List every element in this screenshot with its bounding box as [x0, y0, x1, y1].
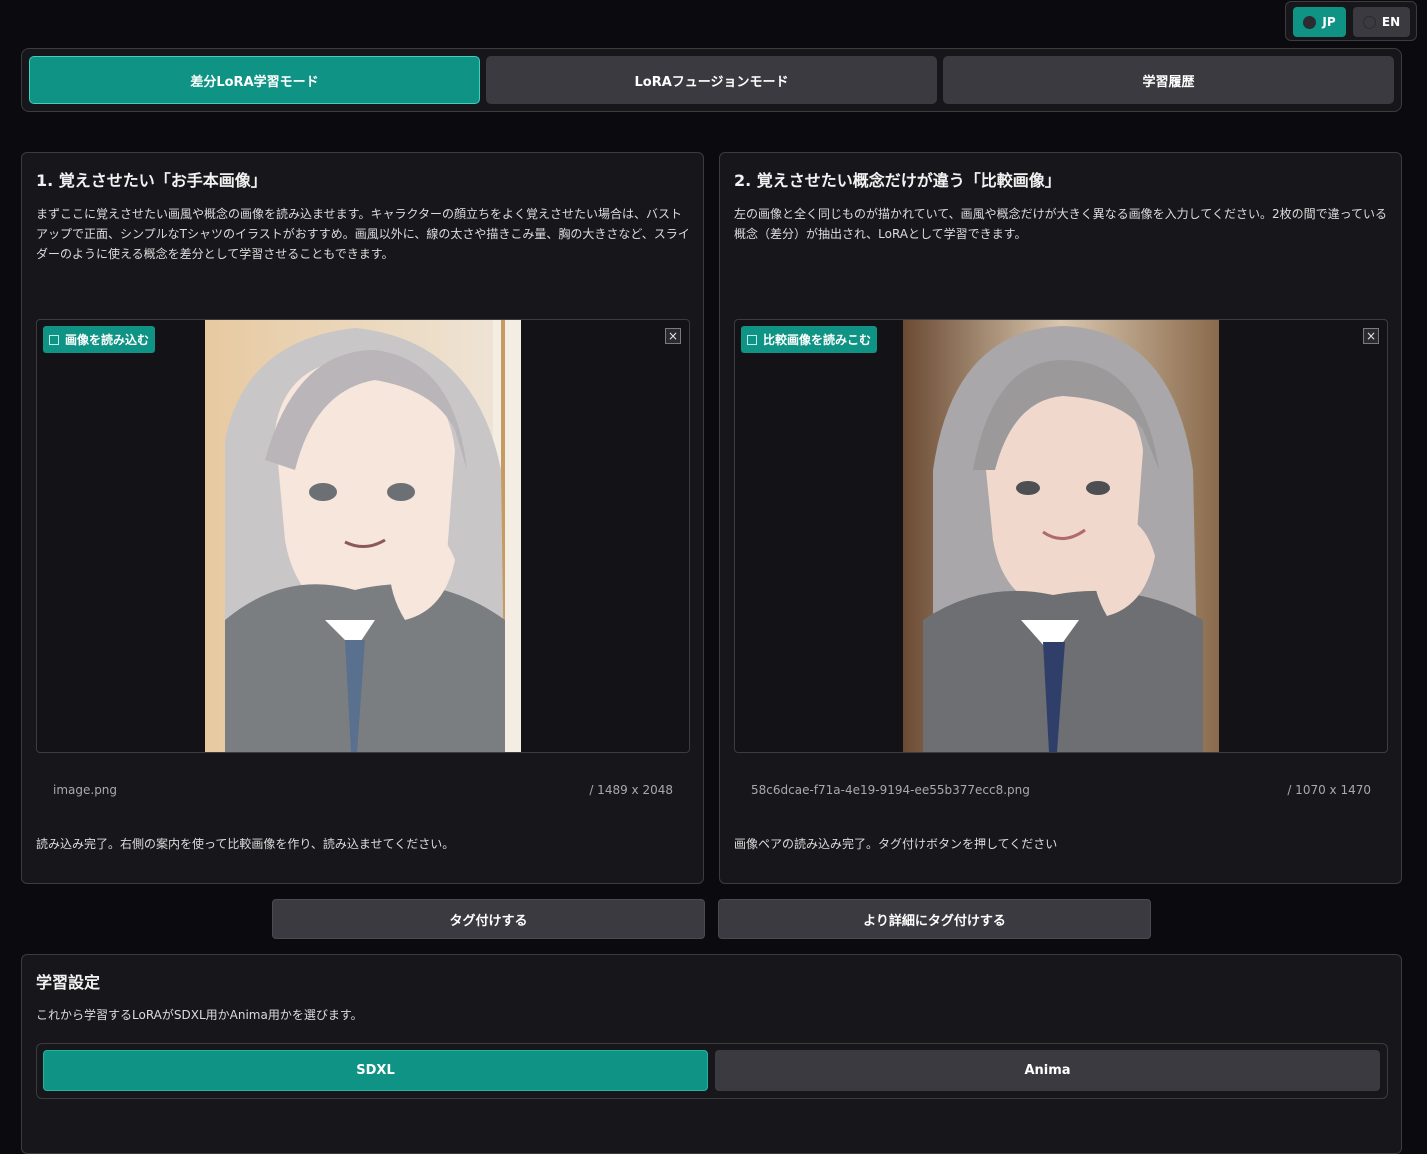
language-toggle: JP EN — [1285, 1, 1417, 41]
panel-description: まずここに覚えさせたい画風や概念の画像を読み込ませます。キャラクターの顔立ちをよ… — [36, 207, 690, 261]
settings-description: これから学習するLoRAがSDXL用かAnima用かを選びます。 — [36, 1008, 363, 1022]
tag-button[interactable]: タグ付けする — [272, 899, 705, 939]
image-dimensions: / 1070 x 1470 — [1287, 783, 1371, 797]
image-icon — [747, 334, 757, 345]
close-icon[interactable]: × — [1363, 328, 1379, 344]
model-anima-button[interactable]: Anima — [715, 1050, 1380, 1091]
comparison-image-panel: 2. 覚えさせたい概念だけが違う「比較画像」 左の画像と全く同じものが描かれてい… — [719, 152, 1402, 884]
settings-title: 学習設定 — [36, 973, 101, 992]
image-dropzone[interactable]: 画像を読み込む × — [36, 319, 690, 753]
detailed-tag-button[interactable]: より詳細にタグ付けする — [718, 899, 1151, 939]
panel-title: 2. 覚えさせたい概念だけが違う「比較画像」 — [734, 171, 1061, 190]
tab-lora-fusion-mode[interactable]: LoRAフュージョンモード — [486, 56, 937, 104]
radio-unselected-icon — [1362, 15, 1376, 29]
status-text: 読み込み完了。右側の案内を使って比較画像を作り、読み込ませてください。 — [36, 837, 455, 851]
image-icon — [49, 334, 59, 345]
upload-comparison-button[interactable]: 比較画像を読みこむ — [741, 326, 878, 353]
close-icon[interactable]: × — [665, 328, 681, 344]
mode-tabs: 差分LoRA学習モード LoRAフュージョンモード 学習履歴 — [21, 48, 1402, 112]
lang-en-button[interactable]: EN — [1353, 7, 1410, 37]
upload-image-button[interactable]: 画像を読み込む — [43, 326, 156, 353]
radio-selected-icon — [1303, 15, 1317, 29]
model-selector: SDXL Anima — [36, 1043, 1388, 1099]
filename: image.png — [53, 783, 118, 797]
panel-description: 左の画像と全く同じものが描かれていて、画風や概念だけが大きく異なる画像を入力して… — [734, 207, 1387, 241]
upload-image-label: 画像を読み込む — [65, 333, 150, 347]
lang-en-label: EN — [1381, 15, 1401, 29]
training-settings-panel: 学習設定 これから学習するLoRAがSDXL用かAnima用かを選びます。 SD… — [21, 954, 1402, 1154]
comparison-image — [903, 320, 1219, 752]
reference-image — [205, 320, 521, 752]
model-sdxl-button[interactable]: SDXL — [43, 1050, 708, 1091]
reference-image-panel: 1. 覚えさせたい「お手本画像」 まずここに覚えさせたい画風や概念の画像を読み込… — [21, 152, 704, 884]
status-text: 画像ペアの読み込み完了。タグ付けボタンを押してください — [734, 837, 1058, 851]
filename: 58c6dcae-f71a-4e19-9194-ee55b377ecc8.png — [751, 783, 1030, 797]
image-dimensions: / 1489 x 2048 — [589, 783, 673, 797]
lang-jp-label: JP — [1322, 15, 1336, 29]
lang-jp-button[interactable]: JP — [1293, 7, 1346, 37]
tab-diff-lora-mode[interactable]: 差分LoRA学習モード — [29, 56, 480, 104]
image-dropzone[interactable]: 比較画像を読みこむ × — [734, 319, 1388, 753]
panel-title: 1. 覚えさせたい「お手本画像」 — [36, 171, 267, 190]
tab-training-history[interactable]: 学習履歴 — [943, 56, 1394, 104]
upload-comparison-label: 比較画像を読みこむ — [763, 333, 872, 347]
